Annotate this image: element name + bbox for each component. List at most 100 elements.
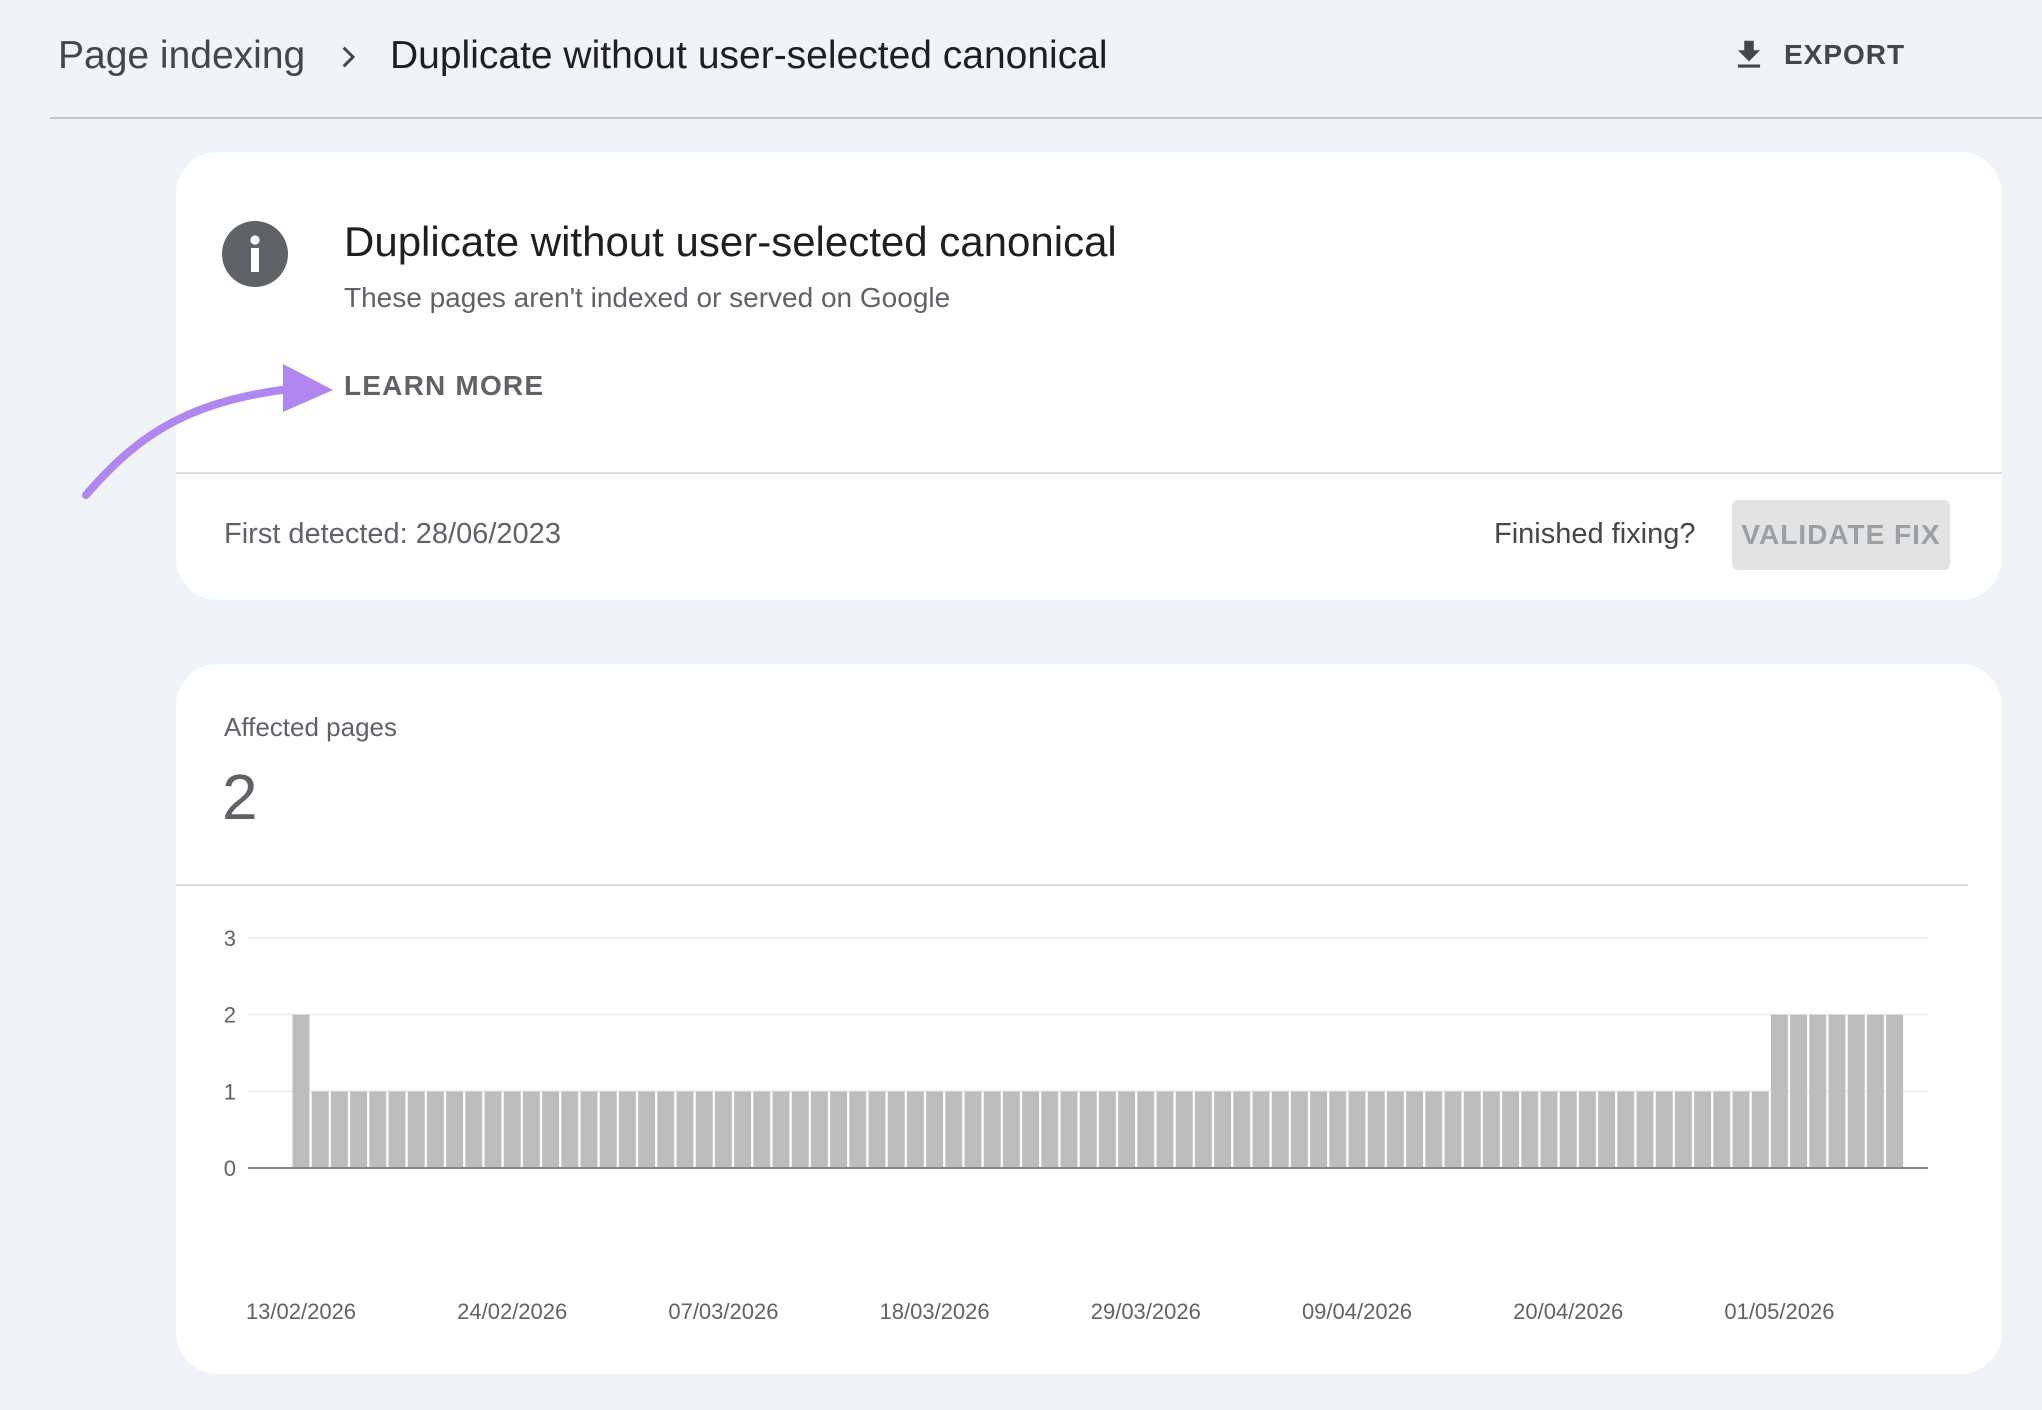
- chart-bar: [791, 1091, 809, 1168]
- chart-bar: [561, 1091, 579, 1168]
- chart-bar: [657, 1091, 675, 1168]
- chart-bar: [983, 1091, 1001, 1168]
- x-tick-label: 18/03/2026: [880, 1299, 990, 1324]
- chart-bar: [446, 1091, 464, 1168]
- x-tick-label: 13/02/2026: [246, 1299, 356, 1324]
- chart-bar: [1732, 1091, 1750, 1168]
- chart-bar: [1329, 1091, 1347, 1168]
- x-tick-label: 09/04/2026: [1302, 1299, 1412, 1324]
- download-icon: [1737, 40, 1761, 68]
- y-tick-label: 3: [224, 926, 236, 951]
- chart-bar: [1233, 1091, 1251, 1168]
- chart-bar: [1214, 1091, 1232, 1168]
- chart-bar: [1540, 1091, 1558, 1168]
- chart-bar: [906, 1091, 924, 1168]
- chart-bar: [714, 1091, 732, 1168]
- chart-bar: [1598, 1091, 1616, 1168]
- validate-fix-button[interactable]: VALIDATE FIX: [1732, 500, 1950, 570]
- chart-bar: [1463, 1091, 1481, 1168]
- breadcrumb-page-indexing[interactable]: Page indexing: [58, 34, 305, 78]
- export-button[interactable]: EXPORT: [1730, 30, 1905, 80]
- chart-bar: [1482, 1091, 1500, 1168]
- x-tick-label: 07/03/2026: [668, 1299, 778, 1324]
- chart-bar: [1310, 1091, 1328, 1168]
- header-divider: [50, 117, 2042, 119]
- card-divider: [176, 472, 2002, 474]
- chart-bar: [1559, 1091, 1577, 1168]
- chart-bar: [522, 1091, 540, 1168]
- chart-bar: [580, 1091, 598, 1168]
- chart-bar: [676, 1091, 694, 1168]
- chart-bar: [1367, 1091, 1385, 1168]
- chart-bar: [1156, 1091, 1174, 1168]
- chart-bar: [1636, 1091, 1654, 1168]
- info-icon: [222, 221, 288, 287]
- chart-bar: [1137, 1091, 1155, 1168]
- issue-summary-card: Duplicate without user-selected canonica…: [176, 152, 2002, 600]
- y-tick-label: 2: [224, 1003, 236, 1028]
- chart-bar: [292, 1014, 310, 1168]
- chart-bar: [599, 1091, 617, 1168]
- chart-bar: [1290, 1091, 1308, 1168]
- x-tick-label: 01/05/2026: [1724, 1299, 1834, 1324]
- chart-bar: [1809, 1014, 1827, 1168]
- chart-bar: [1790, 1014, 1808, 1168]
- chevron-right-icon: [342, 46, 356, 68]
- first-detected-date: First detected: 28/06/2023: [224, 518, 561, 550]
- export-label: EXPORT: [1784, 39, 1906, 70]
- chart-bar: [1406, 1091, 1424, 1168]
- chart-bar: [1847, 1014, 1865, 1168]
- chart-bar: [1425, 1091, 1443, 1168]
- chart-bar: [369, 1091, 387, 1168]
- chart-bar: [1655, 1091, 1673, 1168]
- chart-bar: [1886, 1014, 1904, 1168]
- chart-bar: [772, 1091, 790, 1168]
- chart-bar: [638, 1091, 656, 1168]
- chart-bar: [1022, 1091, 1040, 1168]
- chart-bar: [1098, 1091, 1116, 1168]
- learn-more-link[interactable]: LEARN MORE: [344, 370, 544, 402]
- header-bar: Page indexing Duplicate without user-sel…: [0, 0, 2042, 118]
- chart-bar: [542, 1091, 560, 1168]
- chart-bar: [1002, 1091, 1020, 1168]
- chart-bar: [1521, 1091, 1539, 1168]
- chart-bar: [503, 1091, 521, 1168]
- chart-bar: [887, 1091, 905, 1168]
- chart-bar: [1674, 1091, 1692, 1168]
- chart-bar: [1271, 1091, 1289, 1168]
- chart-bar: [868, 1091, 886, 1168]
- chart-bar: [407, 1091, 425, 1168]
- annotation-arrow: [82, 364, 333, 499]
- chart-bar: [945, 1091, 963, 1168]
- chart-bar: [1866, 1014, 1884, 1168]
- chart-bar: [1041, 1091, 1059, 1168]
- y-tick-label: 0: [224, 1156, 236, 1181]
- chart-bar: [1694, 1091, 1712, 1168]
- chart-bar: [1386, 1091, 1404, 1168]
- y-tick-label: 1: [224, 1079, 236, 1104]
- affected-pages-chart: 0 1 2 3 13/02/2026 24/02/2026 07/03/2026 18/03/…: [224, 926, 1928, 1324]
- chart-bar: [1079, 1091, 1097, 1168]
- chart-bar: [830, 1091, 848, 1168]
- chart-bar: [350, 1091, 368, 1168]
- chart-bar: [330, 1091, 348, 1168]
- chart-bar: [753, 1091, 771, 1168]
- chart-bar: [1444, 1091, 1462, 1168]
- chart-bar: [1578, 1091, 1596, 1168]
- chart-bar: [810, 1091, 828, 1168]
- x-tick-label: 29/03/2026: [1091, 1299, 1201, 1324]
- chart-bar: [618, 1091, 636, 1168]
- chart-bar: [1713, 1091, 1731, 1168]
- chart-bar: [388, 1091, 406, 1168]
- chart-bar: [484, 1091, 502, 1168]
- breadcrumb-current-page: Duplicate without user-selected canonica…: [390, 34, 1108, 77]
- chart-bar: [1194, 1091, 1212, 1168]
- chart-bar: [734, 1091, 752, 1168]
- chart-bar: [1751, 1091, 1769, 1168]
- chart-bar: [1118, 1091, 1136, 1168]
- x-tick-label: 20/04/2026: [1513, 1299, 1623, 1324]
- x-tick-label: 24/02/2026: [457, 1299, 567, 1324]
- affected-pages-card: Affected pages 2 0 1 2 3 13/02/2026 24/02/202…: [176, 664, 2002, 1374]
- chart-bar: [1348, 1091, 1366, 1168]
- chart-bar: [311, 1091, 329, 1168]
